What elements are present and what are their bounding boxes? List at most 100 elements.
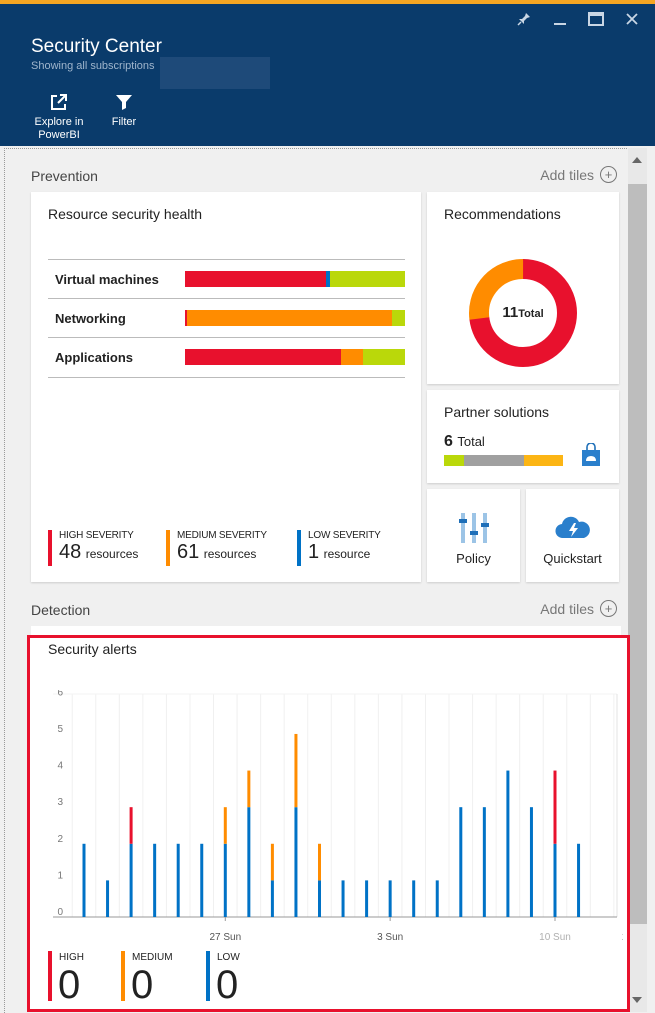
resource-row[interactable]: Applications (48, 337, 405, 378)
bar-low (223, 843, 227, 917)
bar-segment (464, 455, 524, 466)
recommendations-total-number: 11 (502, 304, 519, 321)
bar-low (553, 843, 557, 917)
severity-unit: resources (203, 547, 257, 561)
explore-label-line1: Explore in (34, 116, 84, 128)
filter-label: Filter (111, 116, 137, 128)
bar-low (365, 880, 369, 917)
x-tick-label: 3 Sun (377, 932, 403, 943)
security-alerts-chart: 0 1 2 3 4 5 6 27 Sun 3 Sun 10 Sun 12 T (53, 690, 623, 943)
quickstart-label: Quickstart (543, 551, 602, 566)
cloud-bolt-icon (555, 516, 590, 539)
bar-low (129, 843, 133, 917)
bar-low (388, 880, 392, 917)
y-tick-label: 2 (57, 834, 63, 845)
add-tiles-label: Add tiles (540, 600, 594, 617)
legend-high-label: HIGH (59, 952, 84, 963)
resource-security-health-tile[interactable] (31, 192, 421, 582)
legend-medium-bar (121, 951, 125, 1001)
recommendations-title: Recommendations (444, 206, 561, 222)
resource-row[interactable]: Networking (48, 298, 405, 338)
bar-low (270, 880, 274, 917)
section-detection: Detection (31, 602, 91, 618)
bar-medium (294, 733, 298, 808)
section-prevention: Prevention (31, 168, 98, 184)
recommendations-total: 11Total (468, 304, 578, 322)
severity-medium: MEDIUM SEVERITY 61 resources (166, 530, 267, 566)
severity-label: MEDIUM SEVERITY (177, 530, 267, 541)
close-icon[interactable] (623, 10, 641, 28)
severity-color-bar (297, 530, 301, 566)
explore-powerbi-button[interactable]: Explore in PowerBI (30, 92, 88, 142)
bar-low (577, 843, 581, 917)
blade-header: Security Center Showing all subscription… (0, 4, 655, 146)
bar-low (82, 843, 86, 917)
severity-unit: resource (323, 547, 371, 561)
resource-row-label: Applications (55, 350, 134, 365)
plus-circle-icon: + (600, 600, 617, 617)
filter-button[interactable]: Filter (104, 92, 144, 129)
x-tick-label: 12 T (622, 932, 623, 943)
bar-medium (247, 770, 251, 808)
severity-high: HIGH SEVERITY 48 resources (48, 530, 138, 566)
legend-low-bar (206, 951, 210, 1001)
partner-solutions-count: 6 Total (444, 433, 485, 451)
bar-high (129, 807, 133, 844)
plus-circle-icon: + (600, 166, 617, 183)
bar-segment (391, 310, 405, 326)
severity-label: LOW SEVERITY (308, 530, 381, 541)
pin-icon[interactable] (515, 10, 533, 28)
partner-solutions-title: Partner solutions (444, 404, 550, 420)
partner-count-number: 6 (444, 433, 453, 450)
legend-low-label: LOW (217, 952, 240, 963)
sliders-icon (459, 513, 489, 543)
resource-health-bar (185, 310, 405, 326)
x-tick-label: 27 Sun (209, 932, 241, 943)
scroll-up-arrow[interactable] (632, 157, 642, 163)
bar-low (459, 807, 463, 917)
add-tiles-detection[interactable]: Add tiles + (540, 600, 617, 617)
bar-medium (318, 843, 321, 881)
severity-count: 48 (59, 541, 82, 563)
severity-color-bar (166, 530, 170, 566)
scrollbar-thumb[interactable] (628, 184, 647, 924)
partner-count-label: Total (457, 434, 485, 449)
shopping-bag-icon (582, 443, 600, 466)
bar-medium (223, 807, 227, 844)
external-link-icon (51, 94, 67, 110)
bar-medium (270, 843, 274, 881)
security-alerts-title: Security alerts (48, 641, 137, 657)
resource-health-bar (185, 349, 405, 365)
minimize-icon[interactable] (551, 10, 569, 28)
x-tick-label: 10 Sun (539, 932, 571, 943)
bar-low (106, 880, 110, 917)
legend-low-value: 0 (216, 963, 239, 1007)
bar-segment (341, 349, 364, 365)
bar-low (435, 880, 439, 917)
add-tiles-prevention[interactable]: Add tiles + (540, 166, 617, 183)
y-tick-label: 4 (57, 761, 63, 772)
bar-low (482, 807, 486, 917)
bar-low (506, 770, 510, 917)
blade-title: Security Center (31, 36, 162, 57)
resource-health-title: Resource security health (48, 206, 203, 222)
bar-low (200, 843, 204, 917)
bar-low (341, 880, 345, 917)
resource-row-label: Virtual machines (55, 272, 159, 287)
legend-high-value: 0 (58, 963, 81, 1007)
scroll-down-arrow[interactable] (632, 997, 642, 1003)
filter-icon (116, 95, 132, 110)
partner-solutions-bar (444, 455, 563, 466)
bar-low (247, 807, 251, 917)
legend-medium-value: 0 (131, 963, 154, 1007)
maximize-icon[interactable] (587, 10, 605, 28)
resource-row[interactable]: Virtual machines (48, 259, 405, 299)
bar-segment (185, 349, 342, 365)
severity-color-bar (48, 530, 52, 566)
legend-high-bar (48, 951, 52, 1001)
add-tiles-label: Add tiles (540, 166, 594, 183)
bar-low (294, 807, 298, 917)
blade-subtitle: Showing all subscriptions (31, 60, 155, 72)
bar-high (553, 770, 557, 844)
severity-unit: resources (85, 547, 139, 561)
